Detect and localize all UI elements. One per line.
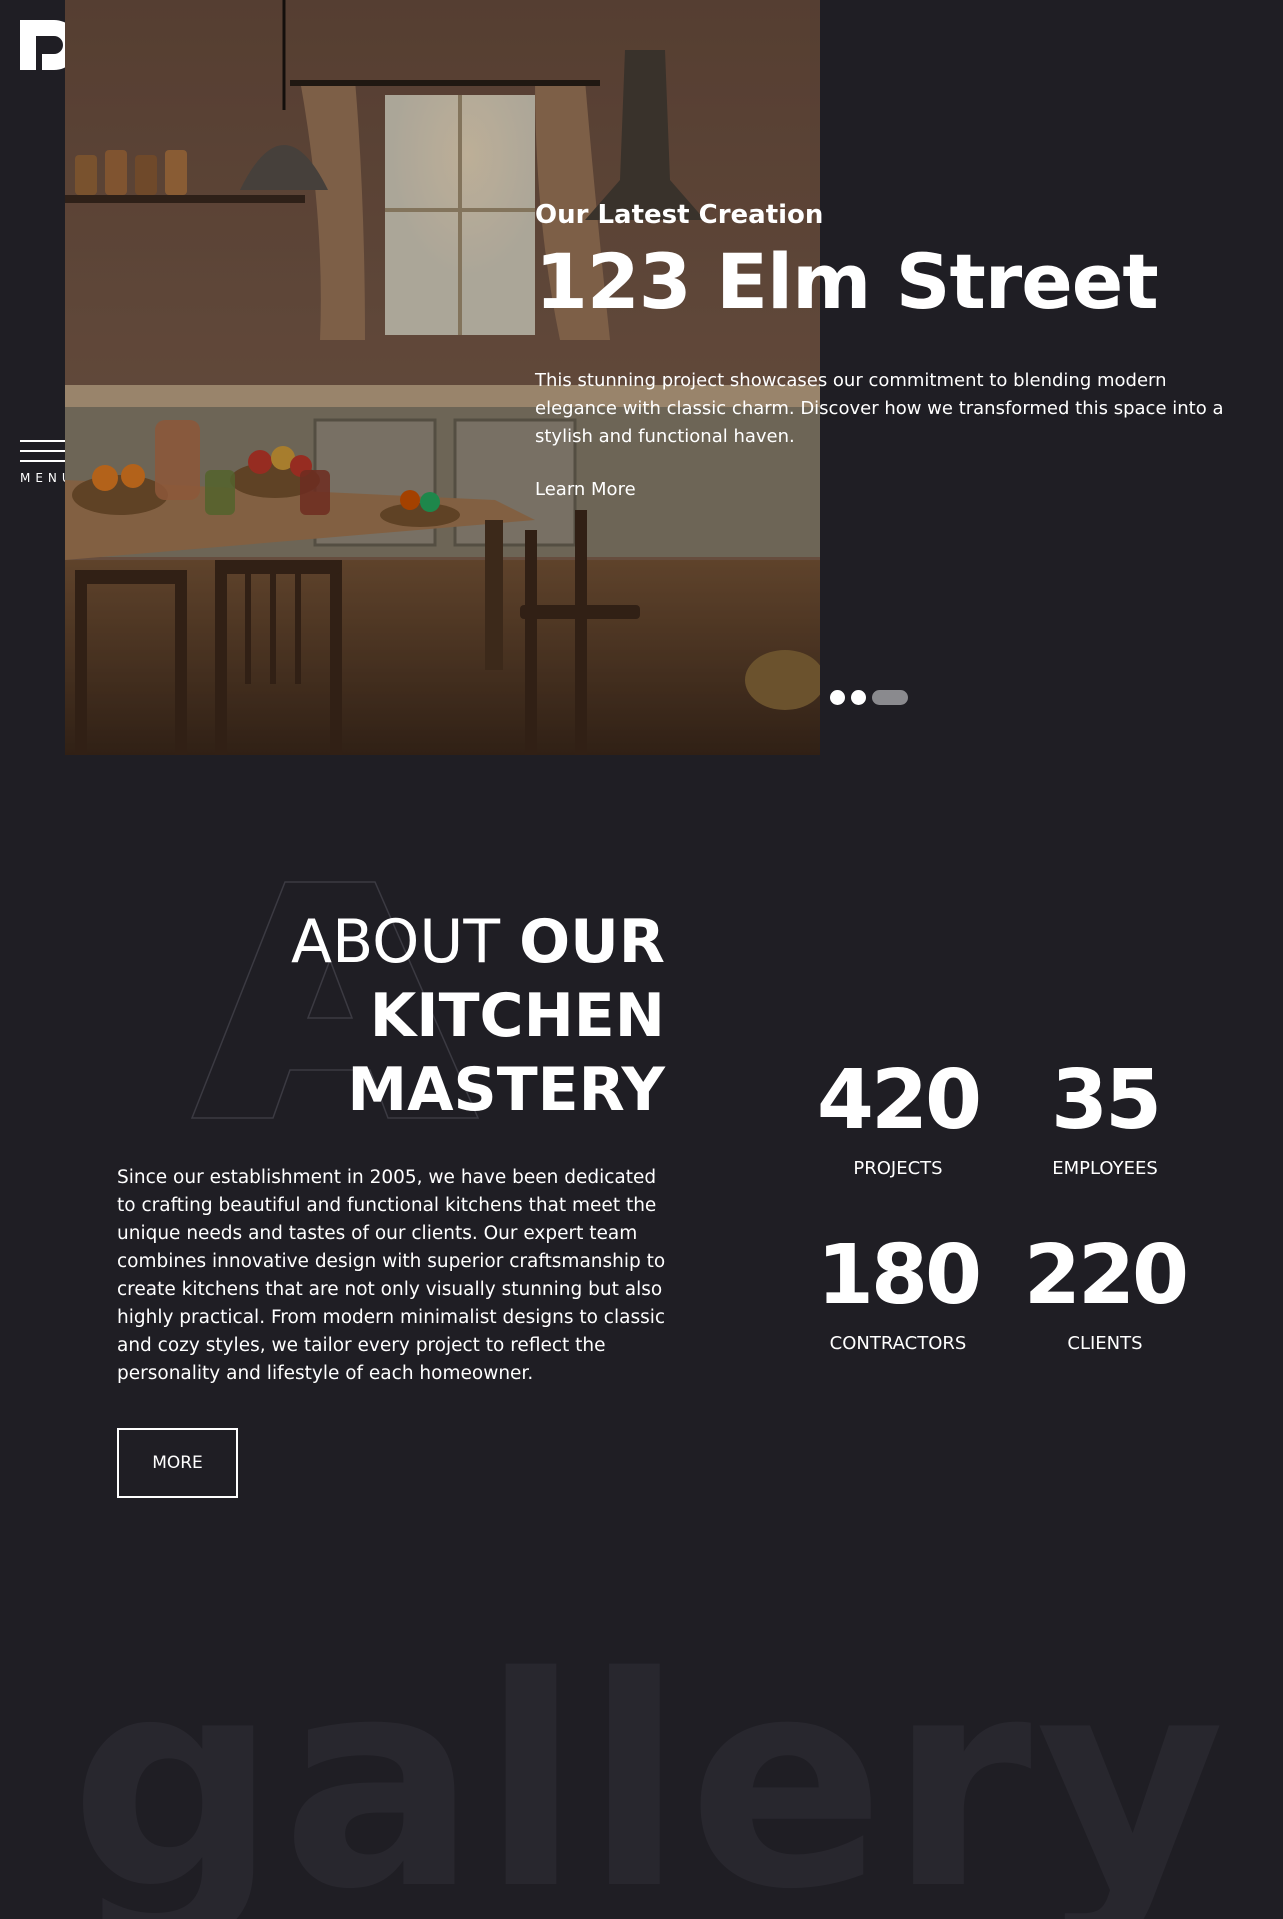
slider-pagination: [830, 690, 908, 705]
stat-value: 35: [1050, 1053, 1162, 1148]
stat-employees: 35 EMPLOYEES: [995, 1053, 1215, 1180]
stat-value: 220: [1023, 1228, 1189, 1323]
stat-contractors: 180 CONTRACTORS: [788, 1228, 1008, 1355]
about-body-text: Since our establishment in 2005, we have…: [117, 1167, 666, 1384]
about-heading-thin: ABOUT: [291, 907, 500, 977]
slide-dot-1[interactable]: [830, 690, 845, 705]
hero-title: 123 Elm Street: [535, 237, 1159, 326]
about-heading-mastery: MASTERY: [347, 1055, 665, 1125]
gallery-ghost-title: gallery: [70, 1616, 1229, 1919]
stat-label: PROJECTS: [853, 1158, 943, 1179]
more-button[interactable]: MORE: [117, 1428, 238, 1498]
learn-more-link[interactable]: Learn More: [535, 479, 636, 500]
stat-label: CONTRACTORS: [829, 1333, 967, 1354]
stat-projects: 420 PROJECTS: [788, 1053, 1008, 1180]
slide-dot-2[interactable]: [851, 690, 866, 705]
about-heading-our: OUR: [519, 907, 665, 977]
stat-label: CLIENTS: [1067, 1333, 1143, 1354]
about-heading-kitchen: KITCHEN: [369, 981, 665, 1051]
slide-dot-3-active[interactable]: [872, 690, 908, 705]
stat-clients: 220 CLIENTS: [995, 1228, 1215, 1355]
stat-value: 420: [816, 1053, 982, 1148]
about-heading: ABOUT OUR KITCHEN MASTERY: [230, 905, 665, 1127]
stat-label: EMPLOYEES: [1052, 1158, 1158, 1179]
hero-description: This stunning project showcases our comm…: [535, 370, 1224, 448]
stat-value: 180: [816, 1228, 982, 1323]
hero-content: Our Latest Creation 123 Elm Street This …: [535, 200, 1235, 500]
hero-kicker: Our Latest Creation: [535, 200, 824, 230]
